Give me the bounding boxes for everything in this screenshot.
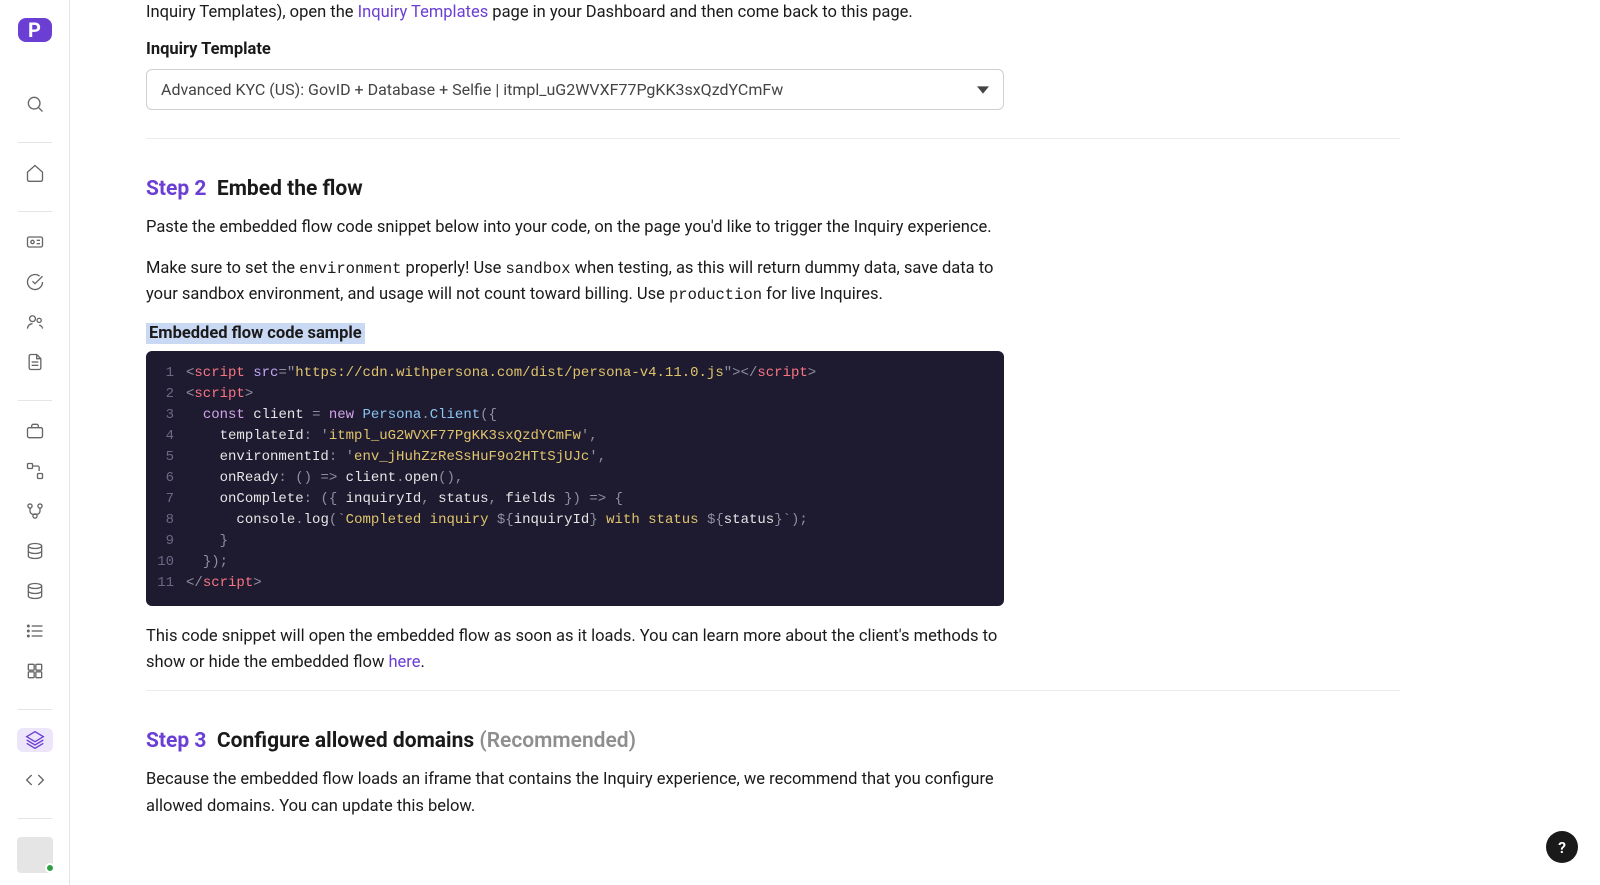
- grid-icon[interactable]: [17, 659, 53, 683]
- nav-divider: [18, 142, 52, 143]
- help-button[interactable]: ?: [1546, 831, 1578, 863]
- list-icon[interactable]: [17, 619, 53, 643]
- section-divider: [146, 138, 1400, 139]
- here-link[interactable]: here: [388, 653, 420, 672]
- section-divider: [146, 690, 1400, 691]
- inquiry-templates-link[interactable]: Inquiry Templates: [358, 3, 489, 22]
- database-icon[interactable]: [17, 539, 53, 563]
- workflow-icon[interactable]: [17, 459, 53, 483]
- branch-icon[interactable]: [17, 499, 53, 523]
- step3-header: Step 3 Configure allowed domains (Recomm…: [146, 729, 1006, 753]
- database-alt-icon[interactable]: [17, 579, 53, 603]
- caret-down-icon: [977, 84, 989, 96]
- step2-para2: Make sure to set the environment properl…: [146, 256, 1006, 309]
- template-select-value: Advanced KYC (US): GovID + Database + Se…: [161, 80, 783, 99]
- template-select[interactable]: Advanced KYC (US): GovID + Database + Se…: [146, 69, 1004, 110]
- avatar[interactable]: [17, 837, 53, 873]
- step3-para: Because the embedded flow loads an ifram…: [146, 767, 1006, 820]
- template-label: Inquiry Template: [146, 40, 1006, 59]
- nav-divider: [18, 400, 52, 401]
- intro-paragraph: Inquiry Templates), open the Inquiry Tem…: [146, 0, 1006, 26]
- nav-divider: [18, 211, 52, 212]
- code-sample-label: Embedded flow code sample: [146, 324, 365, 343]
- code-icon[interactable]: [17, 768, 53, 792]
- id-card-icon[interactable]: [17, 230, 53, 254]
- users-icon[interactable]: [17, 310, 53, 334]
- briefcase-icon[interactable]: [17, 419, 53, 443]
- document-icon[interactable]: [17, 350, 53, 374]
- sidebar: P: [0, 0, 70, 885]
- app-logo[interactable]: P: [18, 18, 52, 42]
- step2-para1: Paste the embedded flow code snippet bel…: [146, 215, 1006, 241]
- after-code-para: This code snippet will open the embedded…: [146, 624, 1006, 677]
- layers-icon[interactable]: [17, 728, 53, 752]
- home-icon[interactable]: [17, 161, 53, 185]
- code-block[interactable]: 1<script src="https://cdn.withpersona.co…: [146, 351, 1004, 606]
- check-circle-icon[interactable]: [17, 270, 53, 294]
- nav-divider: [18, 818, 52, 819]
- step2-header: Step 2 Embed the flow: [146, 177, 1006, 201]
- status-dot-icon: [45, 863, 55, 873]
- main-content: Inquiry Templates), open the Inquiry Tem…: [70, 0, 1600, 885]
- nav-divider: [18, 709, 52, 710]
- search-icon[interactable]: [17, 92, 53, 116]
